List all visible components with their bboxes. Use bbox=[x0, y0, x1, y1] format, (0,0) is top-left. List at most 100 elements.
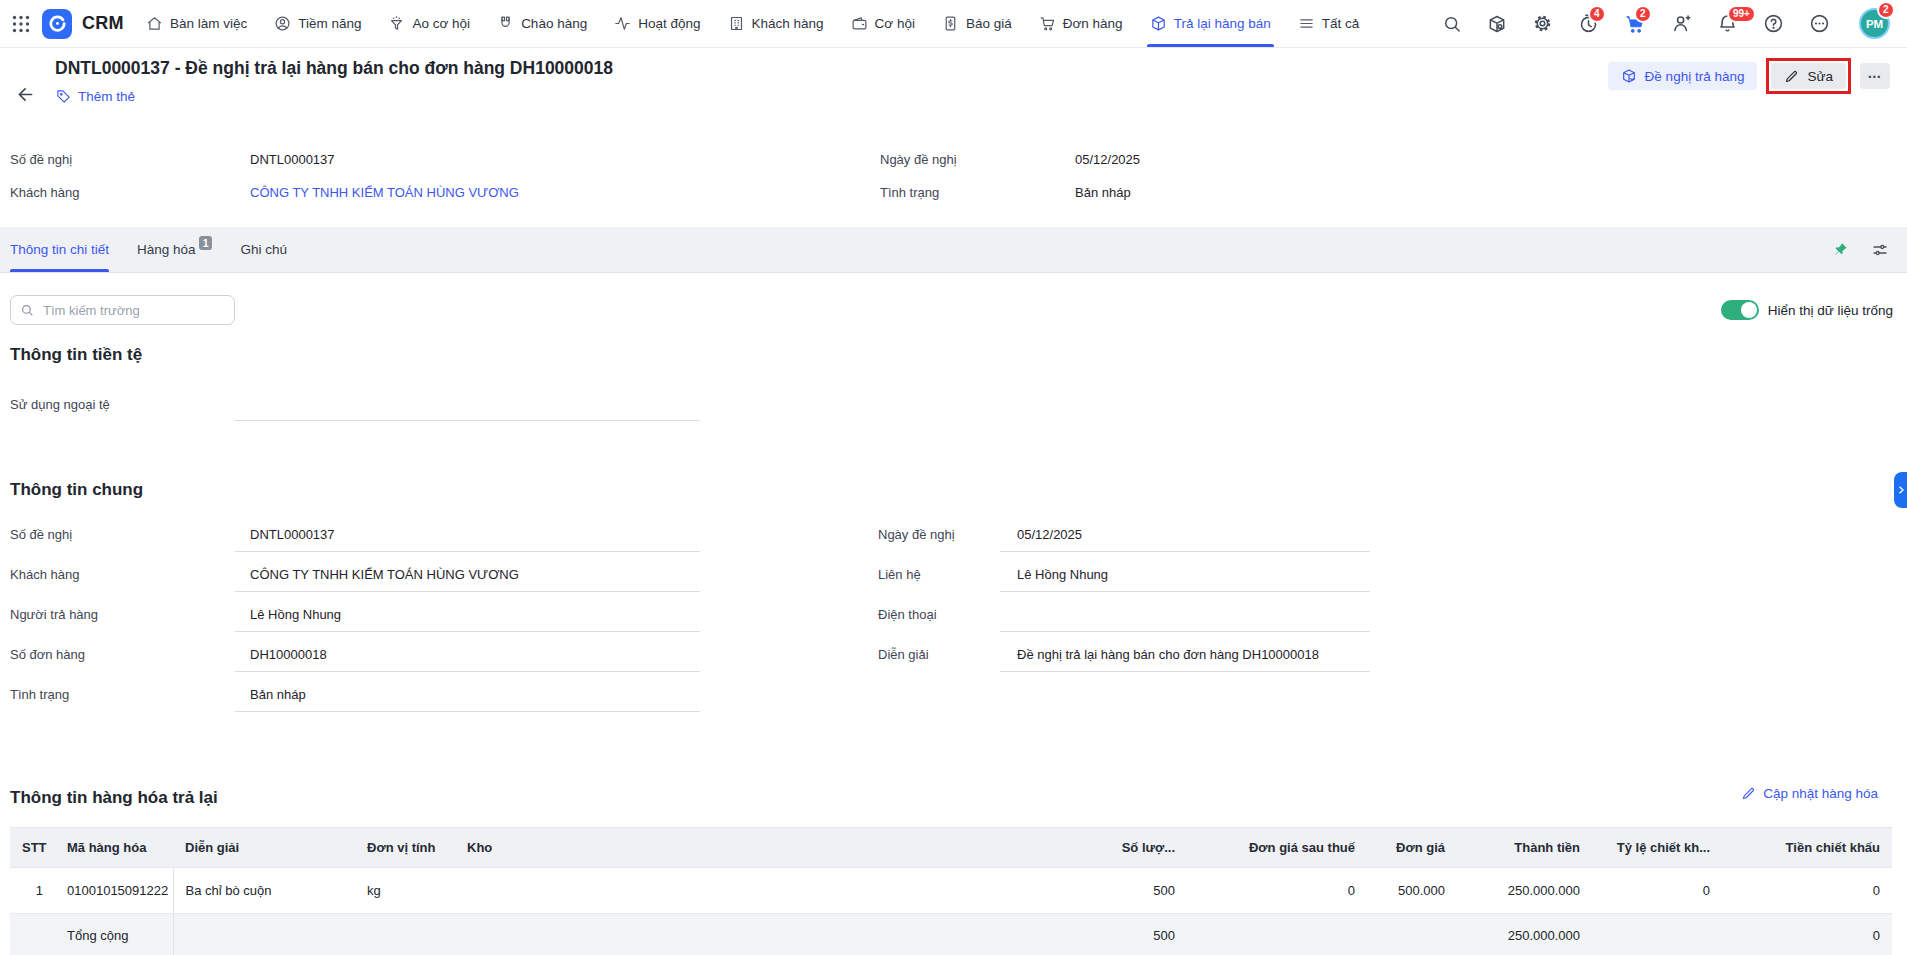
field-search-box bbox=[10, 295, 235, 325]
col-stt[interactable]: STT bbox=[10, 828, 55, 868]
tab-detail-info[interactable]: Thông tin chi tiết bbox=[10, 227, 109, 272]
nav-orders[interactable]: Đơn hàng bbox=[1039, 0, 1123, 47]
field-underline bbox=[235, 711, 700, 712]
more-actions-button[interactable]: ⋯ bbox=[1860, 63, 1890, 89]
col-unit[interactable]: Đơn vị tính bbox=[355, 828, 455, 868]
search-icon[interactable] bbox=[1442, 14, 1462, 34]
add-tag-link[interactable]: Thêm thẻ bbox=[56, 89, 135, 104]
cell-unit-price: 500.000 bbox=[1367, 868, 1457, 914]
col-unit-price[interactable]: Đơn giá bbox=[1367, 828, 1457, 868]
nav-customers[interactable]: Khách hàng bbox=[728, 0, 824, 47]
general-description-label: Diễn giải bbox=[878, 647, 929, 662]
cart-blue-icon[interactable]: 2 bbox=[1624, 13, 1646, 35]
avatar-badge: 2 bbox=[1877, 1, 1895, 19]
general-customer-link[interactable]: CÔNG TY TNHH KIỂM TOÁN HÙNG VƯƠNG bbox=[250, 567, 519, 582]
page-title: DNTL0000137 - Đề nghị trả lại hàng bán c… bbox=[55, 58, 613, 79]
tabbar-icons bbox=[1832, 227, 1907, 272]
add-user-icon[interactable] bbox=[1671, 13, 1692, 34]
col-warehouse[interactable]: Kho bbox=[455, 828, 990, 868]
cart-badge: 2 bbox=[1634, 5, 1652, 23]
edit-button[interactable]: Sửa bbox=[1771, 63, 1846, 89]
general-request-no-value: DNTL0000137 bbox=[250, 527, 335, 542]
wallet-icon bbox=[851, 15, 868, 32]
building-icon bbox=[728, 15, 745, 32]
field-underline bbox=[235, 671, 700, 672]
detail-tabbar: Thông tin chi tiết Hàng hóa1 Ghi chú bbox=[0, 227, 1907, 273]
col-item-code[interactable]: Mã hàng hóa bbox=[55, 828, 173, 868]
nav-quotes[interactable]: Báo giá bbox=[942, 0, 1012, 47]
header-actions: Đề nghị trả hàng Sửa ⋯ bbox=[1608, 58, 1890, 94]
nav-sales-returns[interactable]: Trả lại hàng bán bbox=[1150, 0, 1271, 47]
crm-logo-icon[interactable] bbox=[42, 9, 72, 39]
cell-unit: kg bbox=[355, 868, 455, 914]
show-empty-toggle-row: Hiển thị dữ liệu trống bbox=[1721, 300, 1893, 320]
footer-quantity: 500 bbox=[990, 914, 1187, 955]
back-button[interactable] bbox=[15, 84, 36, 105]
field-underline bbox=[235, 551, 700, 552]
pencil-icon bbox=[1784, 69, 1799, 84]
field-underline bbox=[1000, 591, 1370, 592]
menu-icon bbox=[1298, 15, 1315, 32]
field-search-input[interactable] bbox=[41, 302, 225, 319]
activity-icon bbox=[614, 15, 631, 32]
cell-description: Ba chỉ bò cuộn bbox=[173, 868, 355, 914]
summary-status-value: Bản nháp bbox=[1075, 185, 1131, 200]
notifications-badge: 99+ bbox=[1727, 5, 1756, 23]
tab-items[interactable]: Hàng hóa1 bbox=[137, 227, 212, 272]
col-quantity[interactable]: Số lượ... bbox=[990, 828, 1187, 868]
show-empty-toggle[interactable] bbox=[1721, 300, 1759, 320]
col-price-after-tax[interactable]: Đơn giá sau thuế bbox=[1187, 828, 1367, 868]
box-return-icon bbox=[1150, 15, 1167, 32]
general-description-value: Đề nghị trả lại hàng bán cho đơn hàng DH… bbox=[1017, 647, 1319, 662]
nav-activities[interactable]: Hoạt động bbox=[614, 0, 700, 47]
general-returner-value: Lê Hồng Nhung bbox=[250, 607, 341, 622]
col-discount-rate[interactable]: Tỷ lệ chiết kh... bbox=[1592, 828, 1722, 868]
nav-opportunities[interactable]: Cơ hội bbox=[851, 0, 915, 47]
general-returner-label: Người trả hàng bbox=[10, 607, 98, 622]
edit-highlight-box: Sửa bbox=[1766, 58, 1851, 94]
nav-offers[interactable]: Chào hàng bbox=[497, 0, 587, 47]
help-icon[interactable] bbox=[1763, 13, 1784, 34]
side-panel-expand-button[interactable] bbox=[1894, 472, 1907, 508]
general-customer-label: Khách hàng bbox=[10, 567, 79, 582]
nav-workspace[interactable]: Bàn làm việc bbox=[146, 0, 247, 47]
foreign-currency-label: Sử dụng ngoại tệ bbox=[10, 397, 110, 412]
app-grid-icon[interactable] bbox=[12, 15, 30, 33]
general-request-date-label: Ngày đề nghị bbox=[878, 527, 955, 542]
general-order-no-link[interactable]: DH10000018 bbox=[250, 647, 327, 662]
time-tracking-icon[interactable]: 4 bbox=[1578, 13, 1599, 34]
general-status-label: Tình trạng bbox=[10, 687, 69, 702]
summary-customer-link[interactable]: CÔNG TY TNHH KIỂM TOÁN HÙNG VƯƠNG bbox=[250, 185, 519, 200]
col-discount-amount[interactable]: Tiền chiết khấu bbox=[1722, 828, 1892, 868]
tab-items-badge: 1 bbox=[199, 236, 213, 250]
person-circle-icon bbox=[274, 15, 291, 32]
magnet-icon bbox=[497, 15, 514, 32]
field-underline bbox=[235, 420, 700, 421]
nav-opportunity-pool[interactable]: Ao cơ hội bbox=[388, 0, 470, 47]
avatar[interactable]: PM 2 bbox=[1859, 8, 1890, 39]
nav-all[interactable]: Tất cả bbox=[1298, 0, 1360, 47]
cell-warehouse bbox=[455, 868, 990, 914]
footer-amount: 250.000.000 bbox=[1457, 914, 1592, 955]
update-items-link[interactable]: Cập nhật hàng hóa bbox=[1741, 786, 1878, 801]
col-description[interactable]: Diễn giải bbox=[173, 828, 355, 868]
time-badge: 4 bbox=[1588, 5, 1606, 23]
col-amount[interactable]: Thành tiền bbox=[1457, 828, 1592, 868]
settings-gear-icon[interactable] bbox=[1532, 13, 1553, 34]
more-options-icon[interactable] bbox=[1809, 13, 1830, 34]
general-request-no-label: Số đề nghị bbox=[10, 527, 72, 542]
table-row[interactable]: 1 01001015091222 Ba chỉ bò cuộn kg 500 0… bbox=[10, 868, 1892, 914]
app-name: CRM bbox=[82, 13, 124, 34]
package-search-icon[interactable] bbox=[1487, 14, 1507, 34]
notifications-bell-icon[interactable]: 99+ bbox=[1717, 13, 1738, 34]
general-contact-link[interactable]: Lê Hồng Nhung bbox=[1017, 567, 1108, 582]
pin-icon[interactable] bbox=[1832, 241, 1849, 258]
show-empty-label: Hiển thị dữ liệu trống bbox=[1768, 303, 1893, 318]
return-request-button[interactable]: Đề nghị trả hàng bbox=[1608, 62, 1758, 90]
funnel-icon bbox=[388, 15, 405, 32]
tab-notes[interactable]: Ghi chú bbox=[240, 227, 287, 272]
general-order-no-label: Số đơn hàng bbox=[10, 647, 85, 662]
nav-leads[interactable]: Tiềm năng bbox=[274, 0, 361, 47]
field-settings-icon[interactable] bbox=[1871, 241, 1889, 259]
field-underline bbox=[1000, 671, 1370, 672]
